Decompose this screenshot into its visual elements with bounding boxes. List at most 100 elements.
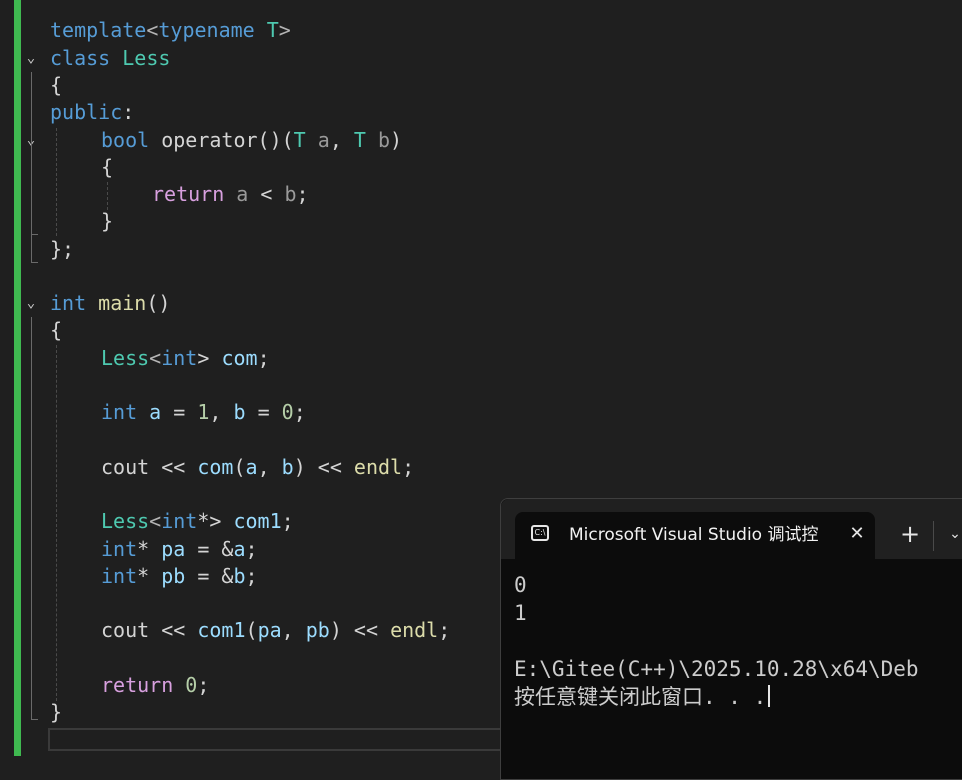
debug-console-window[interactable]: C:\ Microsoft Visual Studio 调试控 ✕ + ⌄ 0 …: [500, 498, 962, 780]
operator-token: <<: [149, 455, 198, 479]
keyword-token: template: [50, 18, 147, 42]
punct-token: ()(: [257, 128, 294, 152]
param-token: a: [236, 182, 249, 206]
control-keyword-token: return: [101, 673, 174, 697]
param-token: a: [317, 128, 330, 152]
punct-token: <: [149, 346, 162, 370]
code-line[interactable]: int* pb = &b;: [101, 563, 258, 590]
punct-token: <: [149, 509, 162, 533]
punct-token: (): [146, 291, 171, 315]
fold-chevron-icon[interactable]: ⌄: [23, 45, 39, 72]
function-token: endl: [390, 618, 439, 642]
code-line[interactable]: return a < b;: [152, 181, 309, 208]
keyword-token: public: [50, 100, 123, 124]
terminal-tab-bar: C:\ Microsoft Visual Studio 调试控 ✕ + ⌄: [501, 499, 962, 559]
punct-token: ;: [281, 509, 294, 533]
code-line[interactable]: Less<int> com;: [101, 345, 270, 372]
type-token: T: [266, 18, 279, 42]
code-line[interactable]: {: [50, 72, 62, 99]
code-line[interactable]: Less<int*> com1;: [101, 508, 294, 535]
keyword-token: bool: [101, 128, 150, 152]
control-keyword-token: return: [152, 182, 225, 206]
code-line[interactable]: }: [101, 208, 113, 235]
function-token: main: [98, 291, 147, 315]
code-line[interactable]: int* pa = &a;: [101, 536, 258, 563]
fold-chevron-icon[interactable]: ⌄: [23, 290, 39, 317]
punct-token: ,: [209, 400, 234, 424]
operator-token: ) <<: [329, 618, 391, 642]
variable-token: com1: [197, 618, 246, 642]
console-output-line: E:\Gitee(C++)\2025.10.28\x64\Deb: [514, 657, 919, 681]
punct-token: };: [50, 237, 75, 261]
variable-token: pb: [305, 618, 330, 642]
punct-token: }: [101, 209, 114, 233]
operator-token: = &: [185, 537, 234, 561]
number-token: 1: [197, 400, 210, 424]
variable-token: com1: [233, 509, 282, 533]
keyword-token: int: [50, 291, 87, 315]
console-output-line: 0: [514, 573, 527, 597]
code-line[interactable]: template<typename T>: [50, 17, 291, 44]
code-line[interactable]: public:: [50, 99, 134, 126]
new-tab-button[interactable]: +: [897, 521, 923, 547]
code-line[interactable]: int a = 1, b = 0;: [101, 399, 306, 426]
number-token: 0: [281, 400, 294, 424]
code-line[interactable]: class Less: [50, 45, 170, 72]
variable-token: pb: [161, 564, 186, 588]
variable-token: b: [233, 564, 246, 588]
terminal-tab[interactable]: C:\ Microsoft Visual Studio 调试控 ✕: [515, 512, 875, 559]
keyword-token: int: [101, 564, 138, 588]
param-token: b: [284, 182, 297, 206]
punct-token: <: [146, 18, 159, 42]
chevron-down-icon[interactable]: ⌄: [943, 521, 962, 547]
close-icon[interactable]: ✕: [845, 522, 869, 546]
code-line[interactable]: }: [50, 699, 62, 726]
punct-token: >: [278, 18, 291, 42]
operator-token: <<: [149, 618, 198, 642]
variable-token: a: [245, 455, 258, 479]
code-line[interactable]: bool operator()(T a, T b): [101, 127, 402, 154]
type-token: T: [293, 128, 306, 152]
variable-token: a: [149, 400, 162, 424]
code-line[interactable]: return 0;: [101, 672, 209, 699]
operator-token: ) <<: [293, 455, 354, 479]
punct-token: {: [50, 318, 63, 342]
operator-token: = &: [185, 564, 234, 588]
punct-token: ,: [281, 618, 306, 642]
variable-token: pa: [161, 537, 186, 561]
code-line[interactable]: int main(): [50, 290, 170, 317]
indent-guide: [56, 345, 57, 701]
identifier-token: cout: [101, 618, 150, 642]
code-line[interactable]: {: [101, 154, 113, 181]
code-line[interactable]: };: [50, 236, 74, 263]
punct-token: ): [390, 128, 403, 152]
code-line[interactable]: cout << com1(pa, pb) << endl;: [101, 617, 450, 644]
identifier-token: cout: [101, 455, 150, 479]
indent-guide: [107, 182, 108, 210]
punct-token: >: [197, 346, 222, 370]
operator-token: =: [245, 400, 282, 424]
keyword-token: int: [101, 400, 138, 424]
tab-separator: [933, 521, 934, 551]
punct-token: ;: [293, 400, 306, 424]
variable-token: b: [233, 400, 246, 424]
punct-token: :: [122, 100, 135, 124]
punct-token: (: [233, 455, 246, 479]
punct-token: ,: [329, 128, 354, 152]
code-line[interactable]: {: [50, 317, 62, 344]
console-output-line: 1: [514, 601, 527, 625]
operator-token: <: [248, 182, 285, 206]
punct-token: ,: [257, 455, 282, 479]
punct-token: ;: [245, 564, 258, 588]
punct-token: ;: [438, 618, 451, 642]
type-token: Less: [101, 509, 150, 533]
punct-token: ;: [197, 673, 210, 697]
punct-token: {: [101, 155, 114, 179]
fold-scope-bracket: [31, 317, 38, 720]
code-line[interactable]: cout << com(a, b) << endl;: [101, 454, 414, 481]
